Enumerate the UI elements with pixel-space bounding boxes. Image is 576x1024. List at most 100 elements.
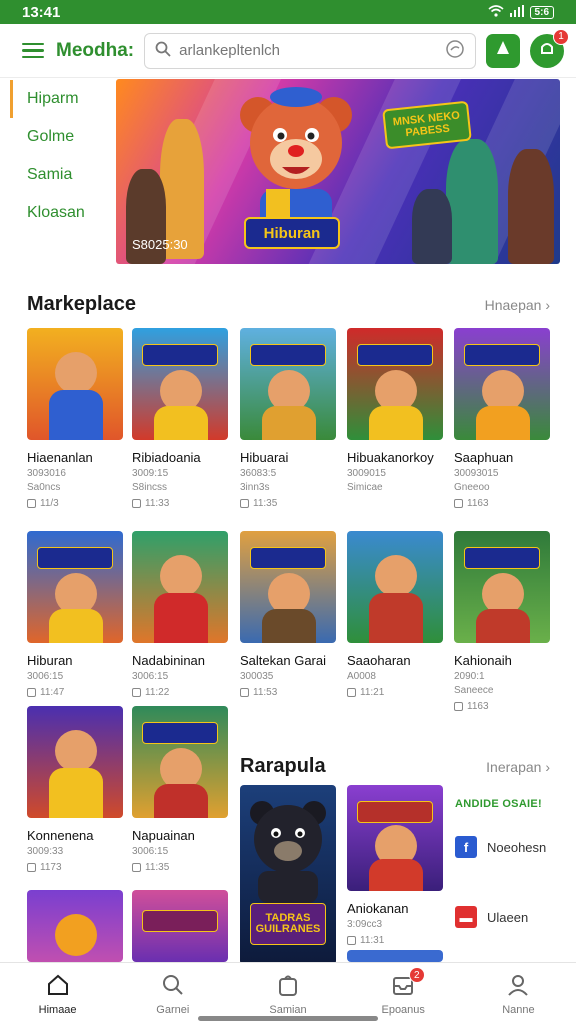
tab-saman[interactable]: Samian bbox=[230, 963, 345, 1024]
side-heading: ANDIDE OSAIE! bbox=[455, 798, 543, 810]
game-thumbnail bbox=[347, 531, 443, 643]
video-icon: ▬ bbox=[455, 906, 477, 928]
game-stat: 11:35 bbox=[240, 498, 336, 509]
game-stat: 11:31 bbox=[347, 935, 443, 946]
game-card[interactable]: Saltekan Garai 300035 11:53 bbox=[240, 531, 336, 698]
side-nav-item[interactable]: Samia bbox=[10, 156, 110, 194]
clock-icon bbox=[347, 688, 356, 697]
game-logo bbox=[250, 547, 326, 569]
side-nav-item[interactable]: Golme bbox=[10, 118, 110, 156]
tab-inbox[interactable]: 2 Epoanus bbox=[346, 963, 461, 1024]
share-facebook[interactable]: f Noeohesn bbox=[455, 836, 565, 858]
game-thumbnail bbox=[27, 890, 123, 962]
side-nav-item[interactable]: Hiparm bbox=[10, 80, 110, 118]
game-card[interactable]: Hiaenanlan 3093016 Sa0ncs 11/3 bbox=[27, 328, 123, 509]
notification-button[interactable]: 1 bbox=[530, 28, 569, 68]
game-date: 3009:33 bbox=[27, 846, 64, 857]
game-title: Saaoharan bbox=[347, 653, 411, 668]
game-stat: 11:35 bbox=[132, 862, 228, 873]
game-logo bbox=[250, 344, 326, 366]
game-title: Ribiadoania bbox=[132, 450, 201, 465]
game-logo bbox=[142, 910, 218, 932]
game-logo bbox=[142, 722, 218, 744]
game-stat: 1163 bbox=[454, 498, 550, 509]
inbox-badge: 2 bbox=[408, 967, 425, 983]
game-title: Hibuarai bbox=[240, 450, 289, 465]
bell-icon bbox=[538, 39, 556, 62]
game-card[interactable] bbox=[347, 950, 443, 962]
game-date: A0008 bbox=[347, 671, 376, 682]
game-logo: TADRAS GUILRANES bbox=[250, 903, 326, 945]
game-card[interactable]: Hibuakanorkoy 3009015 Simicae bbox=[347, 328, 443, 493]
game-date: 36083:5 bbox=[240, 468, 277, 479]
status-bar: 13:41 5:6 bbox=[0, 0, 576, 24]
game-card[interactable]: Aniokanan 3:09cc3 11:31 bbox=[347, 785, 443, 946]
mascot-bear-image bbox=[240, 87, 352, 235]
game-subtitle: 3inn3s bbox=[240, 482, 270, 493]
black-bear-image bbox=[250, 801, 326, 903]
game-thumbnail bbox=[132, 328, 228, 440]
game-card[interactable]: Kahionaih 2090:1 Saneece 1163 bbox=[454, 531, 550, 712]
menu-icon[interactable] bbox=[22, 42, 44, 59]
clock-icon bbox=[27, 863, 36, 872]
game-subtitle: Saneece bbox=[454, 685, 494, 696]
game-thumbnail bbox=[132, 531, 228, 643]
section-title: Rarapula bbox=[240, 755, 326, 777]
game-thumbnail bbox=[454, 328, 550, 440]
search-input[interactable]: arlankepltenlch bbox=[144, 32, 476, 69]
brand-title: Meodha: bbox=[56, 39, 135, 61]
featured-game-card[interactable]: TADRAS GUILRANES bbox=[240, 785, 336, 965]
game-thumbnail bbox=[132, 890, 228, 962]
game-date: 3006:15 bbox=[132, 671, 169, 682]
signal-icon bbox=[509, 4, 524, 20]
game-card[interactable]: Hiburan 3006:15 11:47 bbox=[27, 531, 123, 698]
game-stat: 11:21 bbox=[347, 687, 443, 698]
game-stat: 11:33 bbox=[132, 498, 228, 509]
clock-icon bbox=[240, 688, 249, 697]
clock-icon bbox=[454, 702, 463, 711]
side-nav: Hiparm Golme Samia Kloasan bbox=[0, 80, 110, 232]
tab-home[interactable]: Himaae bbox=[0, 963, 115, 1024]
see-more-link[interactable]: Inerapan › bbox=[486, 759, 550, 775]
game-card[interactable]: Ribiadoania 3009:15 S8incss 11:33 bbox=[132, 328, 228, 509]
game-thumbnail bbox=[347, 950, 443, 962]
game-card[interactable]: Konnenena 3009:33 1173 bbox=[27, 706, 123, 873]
game-date: 3006:15 bbox=[27, 671, 64, 682]
bottom-tab-bar: Himaae Garnei Samian 2 Epoanus Nanne bbox=[0, 962, 576, 1024]
game-card[interactable]: Hibuarai 36083:5 3inn3s 11:35 bbox=[240, 328, 336, 509]
share-youtube[interactable]: ▬ Ulaeen bbox=[455, 906, 565, 928]
game-thumbnail bbox=[347, 328, 443, 440]
game-card[interactable]: Saaphuan 30093015 Gneeoo 1163 bbox=[454, 328, 550, 509]
hero-banner[interactable]: MNSK NEKO PABESS Hiburan S8025:30 bbox=[116, 79, 560, 264]
game-date: 3009015 bbox=[347, 468, 386, 479]
see-more-link[interactable]: Hnaepan › bbox=[485, 297, 550, 313]
game-date: 3:09cc3 bbox=[347, 919, 383, 930]
game-stat: 11:53 bbox=[240, 687, 336, 698]
clock-icon bbox=[27, 499, 36, 508]
game-date: 30093015 bbox=[454, 468, 499, 479]
game-card[interactable] bbox=[132, 890, 228, 962]
game-card[interactable]: Saaoharan A0008 11:21 bbox=[347, 531, 443, 698]
app-bar: Meodha: arlankepltenlch 1 bbox=[0, 24, 576, 78]
voice-icon[interactable] bbox=[445, 39, 465, 63]
hero-banner-title: Hiburan bbox=[244, 217, 340, 249]
game-title: Hiaenanlan bbox=[27, 450, 93, 465]
side-nav-item[interactable]: Kloasan bbox=[10, 194, 110, 232]
clock-icon bbox=[347, 936, 356, 945]
search-icon bbox=[161, 973, 185, 1000]
clock-icon bbox=[132, 688, 141, 697]
profile-button[interactable] bbox=[486, 33, 520, 68]
game-logo bbox=[142, 344, 218, 366]
game-stat: 1163 bbox=[454, 701, 550, 712]
game-card[interactable]: Napuainan 3006:15 11:35 bbox=[132, 706, 228, 873]
search-icon bbox=[155, 41, 171, 61]
game-title: Napuainan bbox=[132, 828, 195, 843]
game-card[interactable]: Nadabininan 3006:15 11:22 bbox=[132, 531, 228, 698]
tab-games[interactable]: Garnei bbox=[115, 963, 230, 1024]
game-card[interactable] bbox=[27, 890, 123, 962]
tab-profile[interactable]: Nanne bbox=[461, 963, 576, 1024]
game-thumbnail bbox=[27, 328, 123, 440]
game-thumbnail bbox=[454, 531, 550, 643]
hero-caption: S8025:30 bbox=[132, 237, 188, 252]
game-title: Saaphuan bbox=[454, 450, 514, 465]
